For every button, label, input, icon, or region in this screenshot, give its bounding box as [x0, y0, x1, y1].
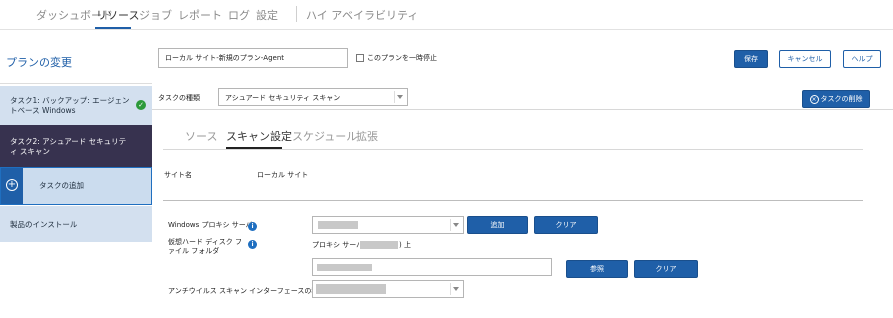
- divider: [152, 109, 893, 110]
- site-name-value: ローカル サイト: [257, 171, 309, 179]
- vhd-folder-input[interactable]: [312, 258, 552, 276]
- sidebar-item-label: タスク2: アシュアード セキュリティ スキャン: [10, 137, 127, 156]
- section-divider: [163, 200, 863, 201]
- task-type-label: タスクの種類: [158, 94, 200, 102]
- help-button[interactable]: ヘルプ: [843, 50, 881, 68]
- vhd-info-suffix: ) 上: [399, 241, 411, 249]
- select-divider: [450, 219, 451, 231]
- chevron-down-icon: [453, 223, 459, 227]
- browse-button[interactable]: 参照: [566, 260, 628, 278]
- nav-resources[interactable]: リソース: [96, 7, 139, 23]
- tab-schedule[interactable]: スケジュール: [292, 128, 357, 144]
- select-divider: [394, 91, 395, 103]
- av-interface-label: アンチウイルス スキャン インターフェースの種類: [168, 287, 326, 295]
- nav-jobs[interactable]: ジョブ: [139, 7, 172, 23]
- redacted-path: [317, 264, 372, 271]
- redacted-server: [360, 241, 398, 249]
- delete-task-label: タスクの削除: [820, 95, 863, 103]
- redacted-value: [318, 221, 358, 229]
- pause-plan-checkbox[interactable]: [356, 54, 364, 62]
- sidebar-item-task2[interactable]: タスク2: アシュアード セキュリティ スキャン: [0, 125, 152, 167]
- close-circle-icon: ×: [809, 94, 819, 104]
- sidebar: プランの変更 タスク1: バックアップ: エージェントベース Windows ✓…: [0, 30, 152, 318]
- check-icon: ✓: [136, 100, 146, 110]
- site-name-label: サイト名: [164, 171, 192, 179]
- select-divider: [450, 283, 451, 295]
- page-title: プランの変更: [0, 44, 152, 84]
- plus-icon: +: [6, 179, 18, 191]
- nav-separator: [296, 6, 297, 22]
- info-icon[interactable]: i: [248, 240, 257, 249]
- save-button[interactable]: 保存: [734, 50, 768, 68]
- proxy-server-label: Windows プロキシ サーバ: [168, 221, 253, 229]
- plan-name-input[interactable]: [158, 48, 348, 68]
- add-task-icon-box: +: [1, 168, 23, 204]
- sidebar-item-task1[interactable]: タスク1: バックアップ: エージェントベース Windows ✓: [0, 86, 152, 125]
- redacted-value: [316, 284, 386, 294]
- tab-source[interactable]: ソース: [185, 128, 217, 144]
- task-type-value: アシュアード セキュリティ スキャン: [225, 94, 341, 102]
- nav-logs[interactable]: ログ: [228, 7, 250, 23]
- delete-task-button[interactable]: × タスクの削除: [802, 90, 870, 108]
- clear-vhd-button[interactable]: クリア: [634, 260, 698, 278]
- sidebar-item-label: タスク1: バックアップ: エージェントベース Windows: [10, 96, 130, 115]
- tabs-divider: [163, 149, 863, 150]
- proxy-server-select[interactable]: [312, 216, 464, 234]
- tab-extensions[interactable]: 拡張: [356, 128, 378, 144]
- sidebar-item-label: タスクの追加: [39, 181, 84, 190]
- nav-active-indicator: [95, 27, 131, 29]
- chevron-down-icon: [453, 287, 459, 291]
- chevron-down-icon: [397, 95, 403, 99]
- tab-scan-settings[interactable]: スキャン設定: [226, 128, 292, 144]
- pause-plan-label: このプランを一時停止: [367, 54, 437, 62]
- add-button[interactable]: 追加: [467, 216, 528, 234]
- cancel-button[interactable]: キャンセル: [779, 50, 831, 68]
- sidebar-item-add-task[interactable]: + タスクの追加: [0, 167, 152, 205]
- sidebar-item-label: 製品のインストール: [10, 220, 78, 229]
- sidebar-item-install-product[interactable]: 製品のインストール: [0, 206, 152, 242]
- clear-button[interactable]: クリア: [534, 216, 598, 234]
- top-navigation: ダッシュボード リソース ジョブ レポート ログ 設定 ハイ アベイラビリティ: [0, 0, 893, 30]
- task-type-select[interactable]: アシュアード セキュリティ スキャン: [218, 88, 408, 106]
- nav-high-availability[interactable]: ハイ アベイラビリティ: [306, 7, 418, 23]
- nav-settings[interactable]: 設定: [256, 7, 278, 23]
- av-interface-select[interactable]: [312, 280, 464, 298]
- nav-reports[interactable]: レポート: [178, 7, 222, 23]
- vhd-folder-label: 仮想ハード ディスク ファイル フォルダ: [168, 238, 242, 255]
- info-icon[interactable]: i: [248, 222, 257, 231]
